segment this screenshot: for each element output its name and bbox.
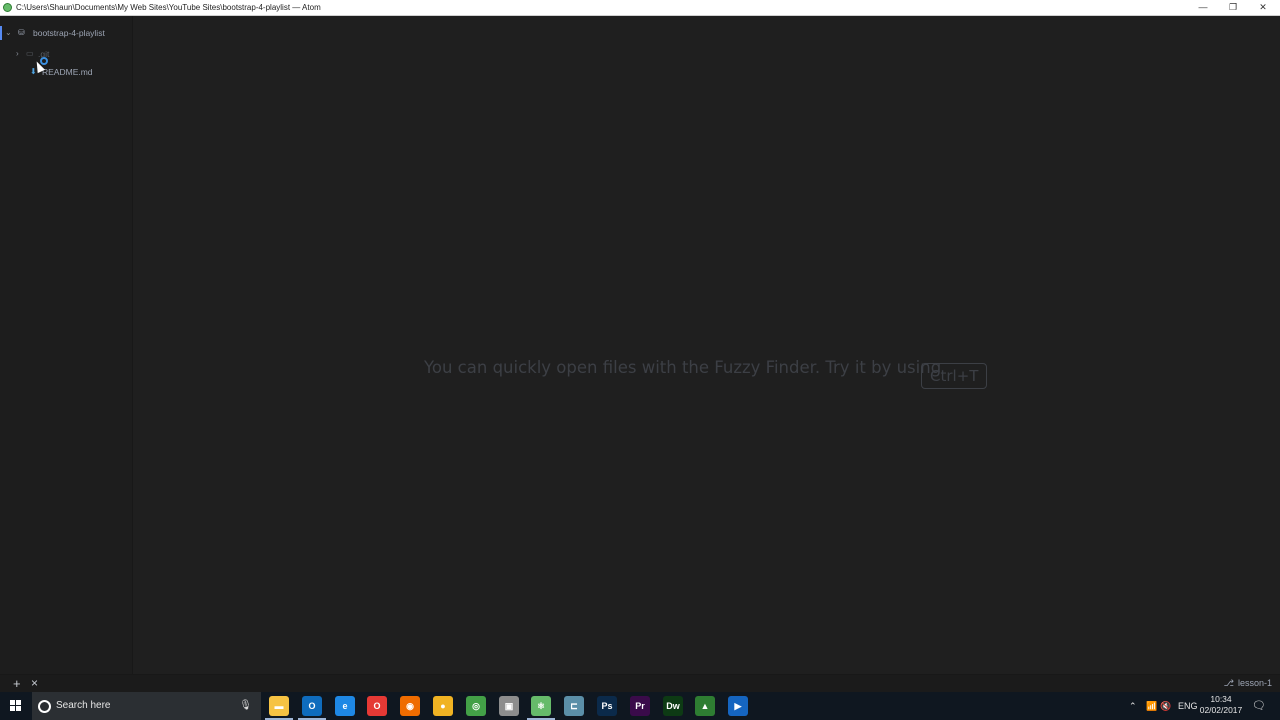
- app-terminal-taskbar-icon[interactable]: ⊏: [564, 696, 584, 716]
- tree-item-label: README.md: [42, 67, 93, 77]
- title-bar: C:\Users\Shaun\Documents\My Web Sites\Yo…: [0, 0, 1280, 16]
- tree-item-git[interactable]: › ▭ .git: [0, 46, 133, 62]
- app-yellow-taskbar-icon[interactable]: ●: [433, 696, 453, 716]
- file-explorer-taskbar-icon[interactable]: ▬: [269, 696, 289, 716]
- folder-icon: ▭: [26, 49, 34, 58]
- chevron-down-icon: ⌄: [5, 28, 12, 37]
- add-button[interactable]: +: [13, 676, 21, 691]
- edge-taskbar-icon[interactable]: e: [335, 696, 355, 716]
- premiere-taskbar-icon[interactable]: Pr: [630, 696, 650, 716]
- taskbar-search[interactable]: Search here 🎙: [32, 692, 261, 720]
- language-indicator[interactable]: ENG: [1178, 692, 1198, 720]
- dreamweaver-taskbar-icon[interactable]: Dw: [663, 696, 683, 716]
- maximize-button[interactable]: ❐: [1218, 0, 1248, 15]
- taskbar: Search here 🎙 ▬ Oe O ◉ ● ◎ ▣ ⚛ ⊏ Ps Pr Dw ▲ ▶ ⌃ 📶 🔇 E…: [0, 692, 1280, 720]
- tree-view: ⌄ ⛁ bootstrap-4-playlist › ▭ .git ⬇ READ…: [0, 16, 133, 674]
- clock-date: 02/02/2017: [1199, 705, 1243, 715]
- microphone-icon[interactable]: 🎙: [239, 692, 252, 720]
- app-green-taskbar-icon[interactable]: ▲: [695, 696, 715, 716]
- chrome-taskbar-icon[interactable]: ◎: [466, 696, 486, 716]
- outlook-taskbar-icon[interactable]: O: [302, 696, 322, 716]
- git-branch[interactable]: ⎇ lesson-1: [1224, 678, 1272, 689]
- window-title: C:\Users\Shaun\Documents\My Web Sites\Yo…: [16, 3, 321, 12]
- status-bar: + × ⎇ lesson-1: [0, 674, 1280, 693]
- chevron-right-icon: ›: [16, 49, 19, 58]
- firefox-taskbar-icon[interactable]: ◉: [400, 696, 420, 716]
- repo-icon: ⛁: [18, 28, 25, 37]
- editor-area[interactable]: [134, 16, 1280, 674]
- app-gray-taskbar-icon[interactable]: ▣: [499, 696, 519, 716]
- tree-root-label: bootstrap-4-playlist: [33, 28, 105, 38]
- notifications-icon[interactable]: 🗨: [1252, 692, 1266, 720]
- tree-item-readme[interactable]: ⬇ README.md: [0, 64, 133, 80]
- photoshop-taskbar-icon[interactable]: Ps: [597, 696, 617, 716]
- shortcut-key: Ctrl+T: [921, 363, 988, 389]
- start-button[interactable]: [0, 692, 32, 720]
- windows-logo-icon: [10, 700, 15, 705]
- windows-logo-pane: [16, 706, 21, 711]
- close-button[interactable]: ✕: [1248, 0, 1278, 15]
- volume-muted-icon[interactable]: 🔇: [1160, 692, 1171, 720]
- close-pane-button[interactable]: ×: [31, 676, 38, 691]
- fuzzy-finder-hint: You can quickly open files with the Fuzz…: [424, 358, 942, 377]
- cortana-icon: [38, 700, 51, 713]
- windows-logo-pane: [16, 700, 21, 705]
- busy-indicator-icon: [40, 57, 48, 65]
- minimize-button[interactable]: —: [1188, 0, 1218, 15]
- clock[interactable]: 10:34 02/02/2017: [1198, 694, 1244, 716]
- search-placeholder: Search here: [56, 700, 111, 711]
- branch-label: lesson-1: [1237, 678, 1272, 688]
- atom-app-icon: [3, 3, 12, 12]
- atom-taskbar-icon[interactable]: ⚛: [531, 696, 551, 716]
- branch-icon: ⎇: [1223, 678, 1234, 688]
- chevron-up-icon[interactable]: ⌃: [1129, 692, 1137, 720]
- workspace: ⌄ ⛁ bootstrap-4-playlist › ▭ .git ⬇ READ…: [0, 16, 1280, 674]
- network-icon[interactable]: 📶: [1146, 692, 1157, 720]
- opera-taskbar-icon[interactable]: O: [367, 696, 387, 716]
- app-blue-taskbar-icon[interactable]: ▶: [728, 696, 748, 716]
- clock-time: 10:34: [1210, 694, 1232, 704]
- tree-root[interactable]: ⌄ ⛁ bootstrap-4-playlist: [0, 25, 133, 41]
- windows-logo-pane: [10, 706, 15, 711]
